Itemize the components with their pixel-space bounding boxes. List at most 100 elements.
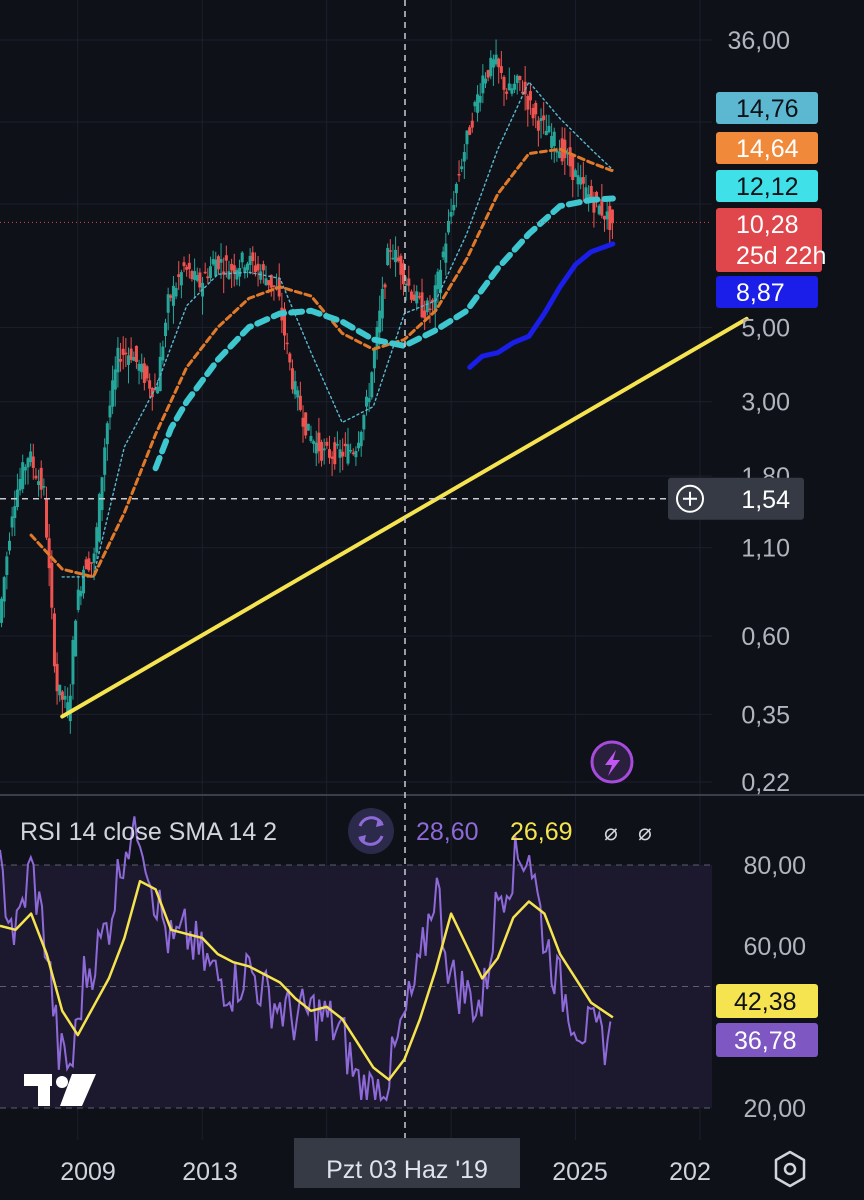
candle-body	[539, 118, 543, 122]
candle-body	[208, 266, 212, 278]
crosshair-date-text: Pzt 03 Haz '19	[326, 1156, 488, 1184]
candle-body	[386, 248, 390, 265]
candle-body	[230, 263, 234, 271]
candle-body	[325, 441, 329, 446]
candle-body	[79, 590, 83, 597]
candle-body	[428, 308, 432, 311]
price-tag[interactable]: 10,28 25d 22h	[716, 208, 826, 272]
candle-body	[383, 284, 387, 288]
candle-body	[343, 443, 347, 447]
candle-body	[301, 417, 305, 427]
candle-body	[267, 280, 271, 286]
time-axis-tick-label: 2025	[552, 1158, 608, 1186]
rsi-legend-flag: ⌀	[638, 820, 652, 846]
candle-body	[602, 215, 606, 220]
price-axis-tick-label: 5,00	[741, 314, 790, 342]
candle-body	[420, 292, 424, 318]
candle-body	[137, 363, 141, 371]
candle-body	[240, 252, 244, 263]
candle-body	[145, 366, 149, 379]
candle-body	[169, 295, 173, 298]
candle-body	[399, 255, 403, 275]
rsi-legend-value: 28,60	[416, 818, 479, 846]
candle-body	[518, 75, 522, 80]
candle-body	[415, 291, 419, 304]
candle-body	[600, 199, 604, 216]
candle-body	[13, 506, 17, 518]
candle-body	[71, 640, 75, 685]
candle-body	[436, 271, 440, 290]
time-axis-tick-label: 2009	[60, 1158, 116, 1186]
candle-body	[320, 441, 324, 461]
candle-body	[95, 527, 99, 553]
price-tag[interactable]: 14,76	[716, 92, 818, 124]
candle-body	[285, 342, 289, 345]
candle-body	[378, 310, 382, 333]
refresh-icon-bg	[348, 808, 394, 854]
candle-body	[113, 369, 117, 390]
chart-canvas[interactable]: 36,005,003,001,801,100,600,350,2280,0060…	[0, 0, 864, 1200]
candle-body	[108, 405, 112, 418]
candle-body	[526, 96, 530, 110]
candle-body	[542, 115, 546, 121]
candle-body	[558, 151, 562, 158]
price-tag[interactable]: 12,12	[716, 170, 818, 202]
candle-body	[372, 350, 376, 369]
candle-body	[253, 265, 257, 272]
time-axis-tick-label: 2013	[182, 1158, 238, 1186]
candle-body	[499, 66, 503, 73]
candle-body	[483, 78, 487, 84]
rsi-tag-value: 42,38	[734, 988, 797, 1016]
candle-body	[235, 269, 239, 280]
candle-body	[502, 76, 506, 90]
candle-body	[103, 447, 107, 475]
lightning-icon[interactable]	[590, 740, 634, 784]
candle-body	[224, 255, 228, 261]
candle-body	[290, 368, 294, 390]
rsi-legend-label: RSI 14 close SMA 14 2	[20, 818, 277, 846]
candle-body	[187, 262, 191, 270]
candle-body	[364, 396, 368, 407]
candle-body	[296, 390, 300, 398]
rsi-legend-flag: ⌀	[604, 820, 618, 846]
candle-body	[470, 120, 474, 128]
candle-body	[568, 147, 572, 167]
price-axis-tick-label: 36,00	[727, 27, 790, 55]
price-tag-value: 12,12	[736, 173, 799, 201]
price-tag[interactable]: 14,64	[716, 132, 818, 164]
candle-body	[412, 294, 416, 301]
candle-body	[547, 125, 551, 133]
candle-body	[166, 294, 170, 313]
candle-body	[441, 251, 445, 258]
candle-body	[460, 166, 464, 170]
candle-body	[288, 353, 292, 363]
candle-body	[573, 170, 577, 177]
candle-body	[370, 372, 374, 398]
rsi-tag[interactable]: 42,38	[716, 984, 818, 1018]
candle-body	[576, 175, 580, 185]
crosshair-price-label[interactable]: 1,54	[668, 477, 804, 520]
candle-body	[251, 252, 255, 262]
candle-body	[581, 177, 585, 184]
candle-body	[232, 265, 236, 274]
refresh-icon[interactable]	[348, 808, 394, 854]
rsi-tag[interactable]: 36,78	[716, 1023, 818, 1057]
candle-body	[346, 444, 350, 464]
candle-body	[7, 540, 11, 551]
candle-body	[5, 556, 9, 575]
candle-body	[100, 477, 104, 511]
price-axis-tick-label: 3,00	[741, 389, 790, 417]
candle-body	[444, 243, 448, 263]
candle-body	[58, 684, 62, 696]
candle-body	[552, 131, 556, 147]
candle-body	[335, 444, 339, 446]
candle-body	[21, 462, 25, 489]
candle-body	[68, 695, 72, 722]
price-tag[interactable]: 8,87	[716, 276, 818, 308]
candle-body	[449, 211, 453, 217]
crosshair-price-value: 1,54	[741, 486, 790, 514]
candle-body	[579, 177, 583, 185]
candle-body	[18, 479, 22, 491]
candle-body	[37, 481, 41, 485]
price-axis-tick-label: 0,22	[741, 769, 790, 797]
